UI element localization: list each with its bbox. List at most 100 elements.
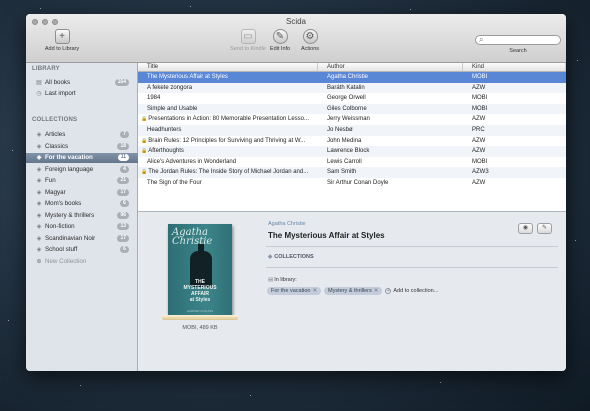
table-row[interactable]: 🔒The Jordan Rules: The Inside Story of M… [138,167,566,178]
sidebar-item-non-fiction[interactable]: ◈ Non-fiction 13 [26,222,138,232]
detail-title: The Mysterious Affair at Styles [268,231,385,240]
preview-button[interactable]: ◉ [518,223,533,234]
sidebar-item-moms-books[interactable]: ◈ Mom's books 6 [26,199,138,209]
lock-icon: 🔒 [141,116,148,123]
in-library-text: In library: [274,277,297,283]
tag-icon: ◈ [36,235,42,242]
collection-tags: For the vacation ✕ Mystery & thrillers ✕ +… [267,287,438,295]
cover-title-line: at Styles [189,297,211,303]
column-header-title[interactable]: Title [138,63,318,71]
sidebar-item-label: Classics [45,142,69,150]
sidebar-item-foreign-language[interactable]: ◈ Foreign language 4 [26,164,138,174]
cell-title: Simple and Usable [147,105,198,112]
book-add-icon: + [54,29,70,44]
cell-kind: AZW [472,84,486,91]
count-badge: 17 [117,188,129,196]
table-row[interactable]: Alice's Adventures in Wonderland Lewis C… [138,157,566,168]
shelf-decoration [162,315,238,320]
send-to-kindle-button[interactable]: ▭ Send to Kindle [228,29,268,52]
cell-kind: MOBI [472,74,488,80]
lock-icon: 🔒 [141,137,148,144]
edit-info-button[interactable]: ✎ Edit Info [267,29,293,52]
sidebar-item-mystery-thrillers[interactable]: ◈ Mystery & thrillers 96 [26,210,138,220]
cell-author: John Medina [327,137,362,144]
tag-icon: ◈ [36,247,42,253]
remove-tag-icon[interactable]: ✕ [312,288,317,294]
books-icon: ▤ [36,79,42,86]
count-badge: 17 [117,234,129,242]
cell-author: Lawrence Block [327,148,370,155]
tag-label: Mystery & thrillers [328,288,372,294]
pencil-icon: ✎ [272,29,288,44]
actions-button[interactable]: ⚙ Actions [297,29,323,52]
count-badge: 96 [117,211,129,219]
table-row[interactable]: 🔒Afterthoughts Lawrence Block AZW [138,146,566,157]
add-to-collection-label: Add to collection... [393,288,439,294]
table-row[interactable]: The Mysterious Affair at Styles Agatha C… [138,72,566,83]
search-box[interactable]: ⌕ [475,35,561,45]
table-row[interactable]: Headhunters Jo Nesbø PRC [138,124,566,136]
sidebar-item-magyar[interactable]: ◈ Magyar 17 [26,187,138,197]
sidebar-item-last-import[interactable]: ◷ Last import [26,88,138,98]
table-row[interactable]: 🔒Brain Rules: 12 Principles for Survivin… [138,136,566,147]
cell-author: Sir Arthur Conan Doyle [327,179,389,186]
sidebar-item-fun[interactable]: ◈ Fun 21 [26,176,138,186]
tag-icon: ◈ [36,143,42,150]
table-row[interactable]: Simple and Usable Giles Colborne MOBI [138,103,566,115]
add-to-library-button[interactable]: + Add to Library [43,29,81,52]
sidebar-item-label: Last import [45,89,76,97]
count-badge: 6 [120,246,129,253]
edit-button[interactable]: ✎ [537,223,552,234]
collection-tag[interactable]: Mystery & thrillers ✕ [324,287,383,295]
count-badge: 4 [120,165,129,173]
detail-pane: Agatha Christie THE MYSTERIOUS AFFAIR at… [138,211,566,371]
star [40,8,41,9]
plus-icon: ⊕ [36,258,42,265]
edit-info-label: Edit Info [269,46,291,52]
table-row[interactable]: A fekete zongora Baráth Katalin AZW [138,82,566,94]
new-collection-label: New Collection [45,257,87,265]
column-header-author[interactable]: Author [318,63,463,71]
title-text: Brain Rules: 12 Principles for Surviving… [148,137,306,144]
book-table: Title Author Kind The Mysterious Affair … [138,63,566,211]
cell-kind: AZW [472,179,486,186]
sidebar-item-scandinavian-noir[interactable]: ◈ Scandinavian Noir 17 [26,233,138,243]
cell-author: George Orwell [327,95,366,102]
count-badge: 164 [114,78,129,86]
search-input[interactable] [476,36,560,44]
sidebar-item-label: Scandinavian Noir [45,234,96,242]
cell-title: 🔒Afterthoughts [138,146,318,157]
sidebar-item-label: School stuff [45,246,78,253]
tag-icon: ◈ [36,155,42,161]
detail-author[interactable]: Agatha Christie [268,221,306,227]
pencil-icon: ✎ [541,225,548,231]
star [80,385,81,386]
add-to-collection-button[interactable]: + Add to collection... [385,288,438,294]
collection-tag[interactable]: For the vacation ✕ [267,287,322,295]
remove-tag-icon[interactable]: ✕ [374,288,379,294]
column-header-kind[interactable]: Kind [463,63,566,71]
table-row[interactable]: The Sign of the Four Sir Arthur Conan Do… [138,178,566,189]
sidebar-item-articles[interactable]: ◈ Articles 7 [26,130,138,140]
books-icon: ▤ [268,277,274,283]
add-to-library-label: Add to Library [44,46,80,52]
sidebar-item-label: For the vacation [45,154,93,161]
eye-icon: ◉ [522,225,529,231]
sidebar-item-classics[interactable]: ◈ Classics 18 [26,141,138,151]
cell-author: Agatha Christie [327,74,369,80]
table-row[interactable]: 🔒Presentations in Action: 80 Memorable P… [138,114,566,125]
lock-icon: 🔒 [141,169,148,176]
star [440,382,441,383]
table-row[interactable]: 1984 George Orwell MOBI [138,93,566,104]
cell-kind: AZW [472,116,486,123]
sidebar-item-all-books[interactable]: ▤ All books 164 [26,77,138,87]
new-collection-button[interactable]: ⊕ New Collection [26,256,138,266]
actions-label: Actions [300,46,320,52]
sidebar-item-for-the-vacation[interactable]: ◈ For the vacation 11 [26,152,138,163]
sidebar-item-school-stuff[interactable]: ◈ School stuff 6 [26,245,138,255]
cell-kind: MOBI [472,105,488,112]
cell-kind: AZW [472,137,486,144]
gear-icon: ⚙ [302,29,318,44]
cell-author: Jerry Weissman [327,116,370,123]
cell-title: 🔒The Jordan Rules: The Inside Story of M… [138,167,318,178]
